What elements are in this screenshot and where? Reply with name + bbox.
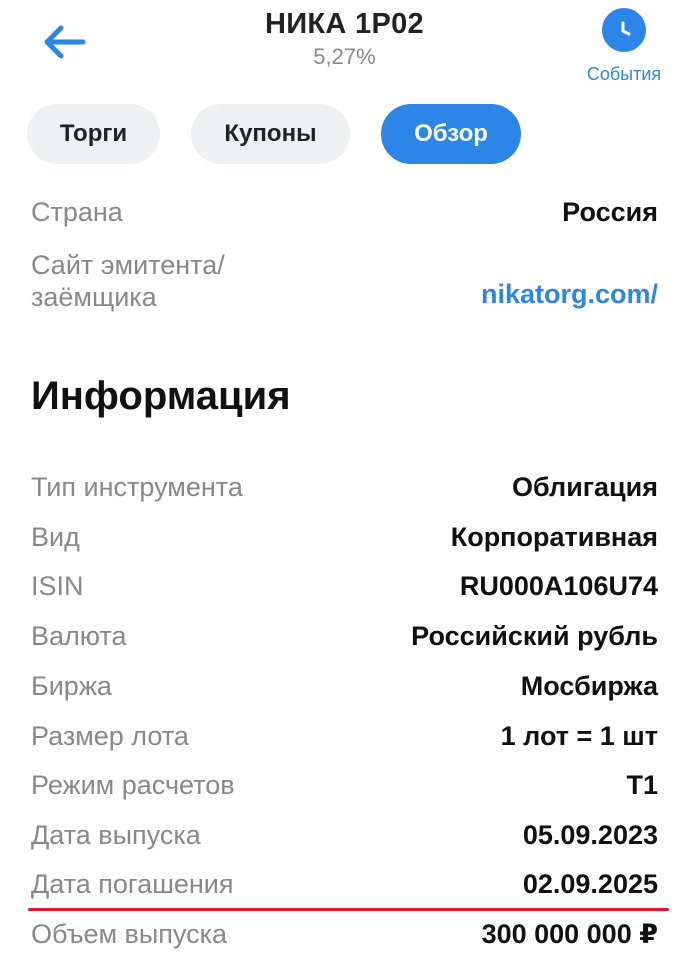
info-label: Размер лота — [31, 721, 189, 751]
info-value: T1 — [626, 770, 658, 801]
clock-icon — [621, 21, 631, 36]
info-row-currency: Валюта Российский рубль — [31, 620, 658, 652]
info-value: Российский рубль — [411, 621, 658, 652]
info-label: Режим расчетов — [31, 770, 235, 800]
info-row-type: Тип инструмента Облигация — [31, 471, 658, 503]
country-label: Страна — [31, 197, 123, 227]
info-label: Вид — [31, 522, 80, 552]
country-value: Россия — [562, 197, 658, 228]
info-row-kind: Вид Корпоративная — [31, 521, 658, 553]
info-label: Валюта — [31, 621, 127, 651]
events-icon-circle — [602, 8, 646, 52]
tab-coupons[interactable]: Купоны — [191, 104, 350, 164]
tab-trading[interactable]: Торги — [27, 104, 160, 164]
top-bar: НИКА 1P02 5,27% События — [0, 0, 689, 92]
info-label: Дата погашения — [31, 869, 234, 899]
info-section-title: Информация — [31, 374, 291, 418]
info-label: Тип инструмента — [31, 472, 243, 502]
info-value: 300 000 000 ₽ — [481, 919, 658, 950]
info-value: Корпоративная — [450, 522, 658, 553]
info-row-lot-size: Размер лота 1 лот = 1 шт — [31, 720, 658, 752]
info-label: ISIN — [31, 571, 84, 601]
info-label: Объем выпуска — [31, 919, 228, 949]
info-label: Биржа — [31, 671, 112, 701]
info-value: Мосбиржа — [520, 671, 658, 702]
country-row: Страна Россия — [31, 196, 658, 228]
info-value: 05.09.2023 — [522, 820, 658, 851]
site-row: Сайт эмитента/ заёмщика nikatorg.com/ — [31, 249, 658, 314]
site-label-line2: заёмщика — [31, 282, 157, 313]
events-label: События — [586, 64, 662, 84]
info-row-issue-date: Дата выпуска 05.09.2023 — [31, 819, 658, 851]
info-row-settlement: Режим расчетов T1 — [31, 769, 658, 801]
events-button[interactable]: События — [579, 6, 669, 88]
site-label: Сайт эмитента/ заёмщика — [31, 249, 225, 314]
tab-overview[interactable]: Обзор — [381, 104, 521, 164]
info-value: 02.09.2025 — [522, 869, 658, 900]
info-row-exchange: Биржа Мосбиржа — [31, 670, 658, 702]
info-label: Дата выпуска — [31, 820, 201, 850]
site-link[interactable]: nikatorg.com/ — [481, 279, 658, 314]
info-value: Облигация — [512, 472, 658, 503]
highlight-underline — [28, 908, 669, 911]
tab-bar: Торги Купоны Обзор — [27, 104, 521, 164]
info-value: RU000A106U74 — [459, 571, 658, 602]
info-row-isin: ISIN RU000A106U74 — [31, 570, 658, 602]
info-value: 1 лот = 1 шт — [500, 721, 658, 752]
site-label-line1: Сайт эмитента/ — [31, 250, 225, 280]
info-row-maturity-date: Дата погашения 02.09.2025 — [31, 868, 658, 900]
info-row-issue-volume: Объем выпуска 300 000 000 ₽ — [31, 918, 658, 950]
